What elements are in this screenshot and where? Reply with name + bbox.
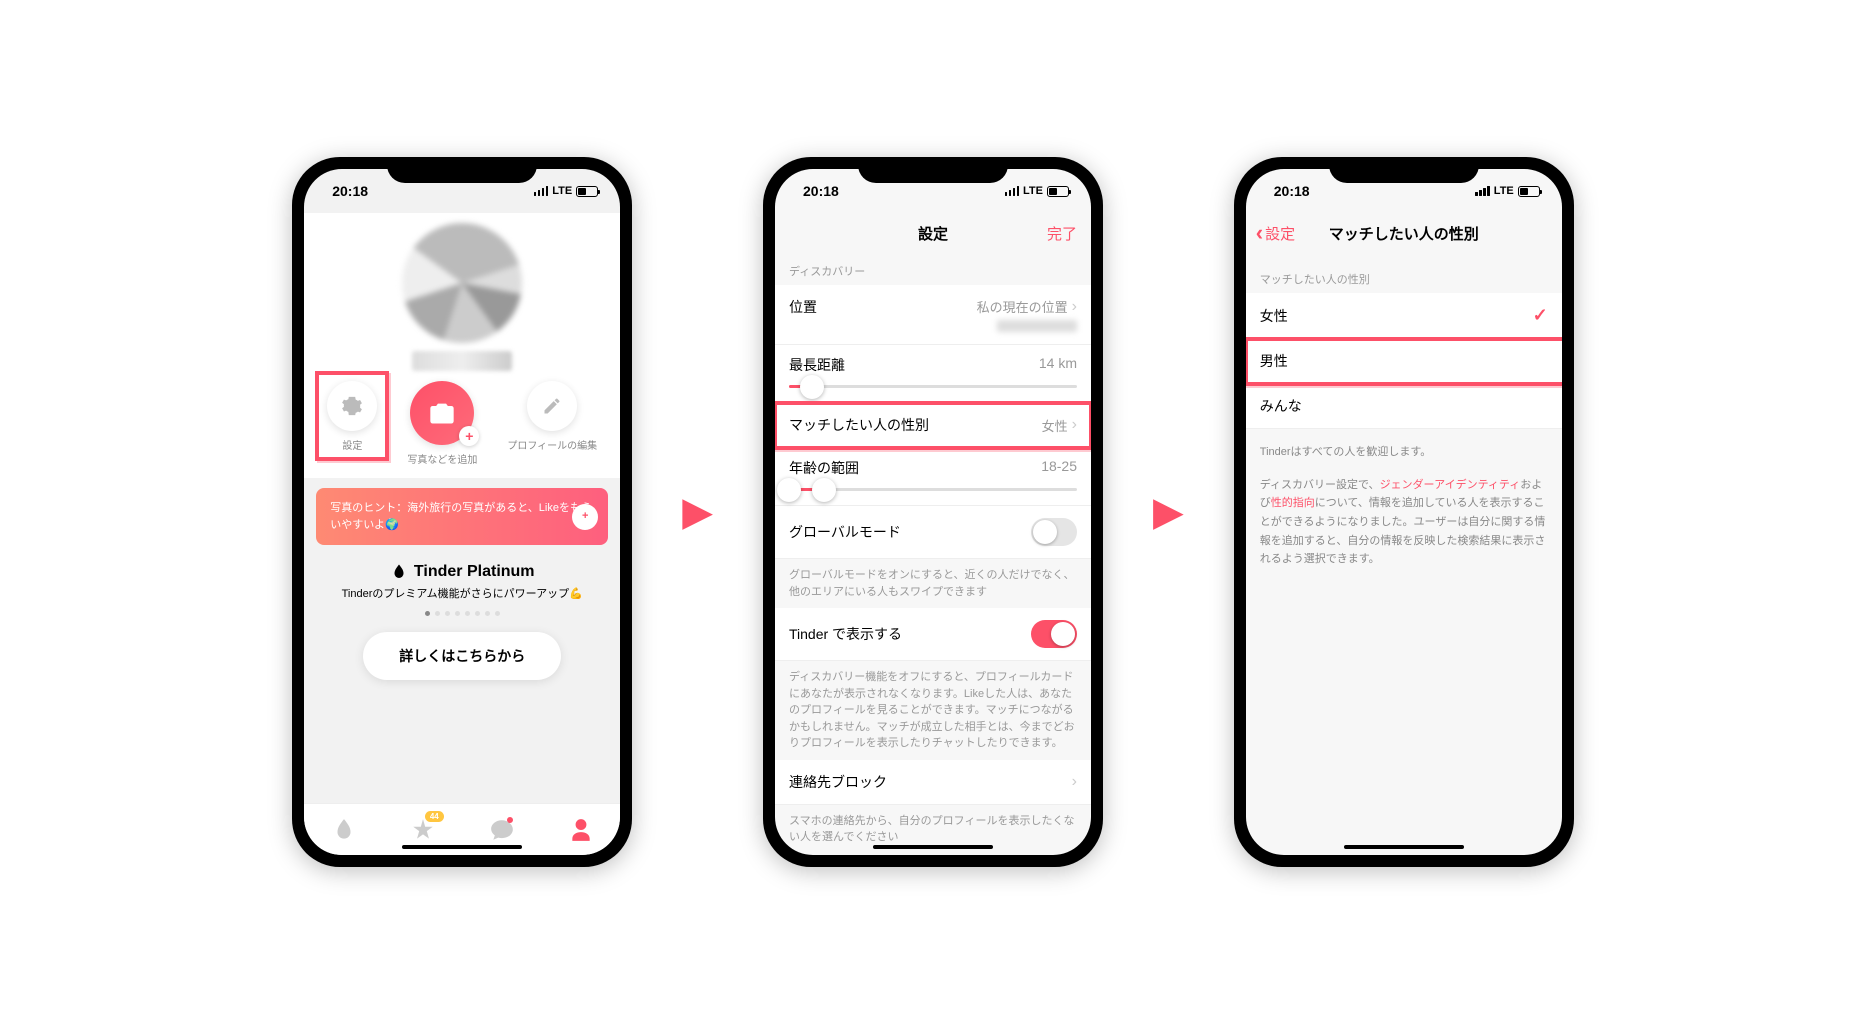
signal-icon <box>1475 186 1490 196</box>
distance-slider[interactable] <box>789 385 1077 388</box>
hint-text: 写真のヒント：海外旅行の写真があると、Likeをもらいやすいよ🌍 <box>330 502 592 531</box>
phone-settings: 20:18 LTE 設定 完了 ディスカバリー 位置 私の現在の位置› 最長距離… <box>763 157 1103 867</box>
edit-profile-label: プロフィールの編集 <box>507 437 597 452</box>
tab-profile[interactable] <box>568 817 594 843</box>
option-women-label: 女性 <box>1260 306 1288 326</box>
phone-gender-select: 20:18 LTE ‹設定 マッチしたい人の性別 マッチしたい人の性別 女性 ✓… <box>1234 157 1574 867</box>
location-label: 位置 <box>789 297 817 317</box>
welcome-text: Tinderはすべての人を歓迎します。 <box>1246 429 1562 476</box>
avatar[interactable] <box>402 223 522 343</box>
option-women[interactable]: 女性 ✓ <box>1246 293 1562 339</box>
carrier-label: LTE <box>1023 185 1043 197</box>
location-cell[interactable]: 位置 私の現在の位置› <box>775 285 1091 345</box>
location-value: 私の現在の位置 <box>977 297 1068 316</box>
notch <box>387 157 537 183</box>
show-footer: ディスカバリー機能をオフにすると、プロフィールカードにあなたが表示されなくなりま… <box>775 661 1091 760</box>
chevron-icon: › <box>1072 298 1077 316</box>
nav-title: 設定 <box>918 223 948 244</box>
age-range-cell[interactable]: 年齢の範囲 18-25 <box>775 448 1091 506</box>
chevron-icon: › <box>1072 773 1077 791</box>
distance-cell[interactable]: 最長距離 14 km <box>775 345 1091 403</box>
nav-bar: 設定 完了 <box>775 213 1091 253</box>
section-gender: マッチしたい人の性別 <box>1246 253 1562 293</box>
gender-label: マッチしたい人の性別 <box>789 415 929 435</box>
option-men[interactable]: 男性 <box>1246 339 1562 384</box>
option-men-label: 男性 <box>1260 351 1288 371</box>
check-icon: ✓ <box>1533 305 1548 326</box>
signal-icon <box>534 186 549 196</box>
block-label: 連絡先ブロック <box>789 772 887 792</box>
home-indicator <box>873 845 993 849</box>
battery-icon <box>576 186 598 197</box>
arrow-next-icon: ▶ <box>682 489 713 535</box>
battery-icon <box>1047 186 1069 197</box>
edit-profile-button[interactable]: プロフィールの編集 <box>507 381 597 452</box>
global-mode-cell[interactable]: グローバルモード <box>775 506 1091 559</box>
distance-label: 最長距離 <box>789 355 845 375</box>
profile-header: 設定 + 写真などを追加 プロフィールの編集 <box>304 213 620 478</box>
age-label: 年齢の範囲 <box>789 458 859 478</box>
promo-card: Tinder Platinum Tinderのプレミアム機能がさらにパワーアップ… <box>304 555 620 694</box>
status-time: 20:18 <box>803 183 839 199</box>
tab-messages[interactable] <box>489 817 515 843</box>
signal-icon <box>1005 186 1020 196</box>
promo-subtitle: Tinderのプレミアム機能がさらにパワーアップ💪 <box>320 585 604 601</box>
gear-icon <box>341 395 363 417</box>
cta-button[interactable]: 詳しくはこちらから <box>363 632 561 680</box>
phone-profile: 20:18 LTE 設定 + <box>292 157 632 867</box>
discovery-info: ディスカバリー設定で、ジェンダーアイデンティティおよび性的指向について、情報を追… <box>1246 476 1562 583</box>
status-time: 20:18 <box>332 183 368 199</box>
location-detail-blurred <box>997 320 1077 332</box>
section-discovery: ディスカバリー <box>775 253 1091 285</box>
home-indicator <box>1344 845 1464 849</box>
notch <box>1329 157 1479 183</box>
camera-icon <box>428 399 456 427</box>
show-on-tinder-cell[interactable]: Tinder で表示する <box>775 608 1091 661</box>
block-contacts-cell[interactable]: 連絡先ブロック › <box>775 760 1091 805</box>
tab-likes[interactable]: 44 <box>410 817 436 843</box>
carrier-label: LTE <box>1494 185 1514 197</box>
age-slider[interactable] <box>789 488 1077 491</box>
promo-title-text: Tinder Platinum <box>414 563 535 581</box>
option-everyone-label: みんな <box>1260 396 1302 416</box>
back-label: 設定 <box>1265 223 1295 244</box>
distance-value: 14 km <box>1039 355 1077 375</box>
nav-bar: ‹設定 マッチしたい人の性別 <box>1246 213 1562 253</box>
status-time: 20:18 <box>1274 183 1310 199</box>
username-blurred <box>412 351 512 371</box>
gender-value: 女性 <box>1042 416 1068 435</box>
global-label: グローバルモード <box>789 522 901 542</box>
chevron-icon: › <box>1072 416 1077 434</box>
battery-icon <box>1518 186 1540 197</box>
plus-badge-icon: + <box>459 426 479 446</box>
chevron-left-icon: ‹ <box>1256 220 1263 246</box>
gender-preference-cell[interactable]: マッチしたい人の性別 女性› <box>775 403 1091 448</box>
page-dots <box>320 611 604 616</box>
settings-button[interactable]: 設定 <box>327 381 377 452</box>
pencil-icon <box>542 396 562 416</box>
message-dot-icon <box>507 817 513 823</box>
arrow-next-icon: ▶ <box>1153 489 1184 535</box>
back-button[interactable]: ‹設定 <box>1256 220 1295 246</box>
carrier-label: LTE <box>552 185 572 197</box>
notch <box>858 157 1008 183</box>
add-media-label: 写真などを追加 <box>407 451 477 466</box>
add-media-button[interactable]: + 写真などを追加 <box>407 381 477 466</box>
show-label: Tinder で表示する <box>789 624 902 644</box>
section-vibes: VIBES <box>775 854 1091 856</box>
tab-discover[interactable] <box>331 817 357 843</box>
option-everyone[interactable]: みんな <box>1246 384 1562 429</box>
nav-title: マッチしたい人の性別 <box>1329 223 1479 244</box>
likes-badge: 44 <box>425 811 444 822</box>
show-toggle[interactable] <box>1031 620 1077 648</box>
global-toggle[interactable] <box>1031 518 1077 546</box>
photo-hint-banner[interactable]: 写真のヒント：海外旅行の写真があると、Likeをもらいやすいよ🌍 + <box>316 488 608 545</box>
global-footer: グローバルモードをオンにすると、近くの人だけでなく、他のエリアにいる人もスワイプ… <box>775 559 1091 608</box>
done-button[interactable]: 完了 <box>1047 223 1077 244</box>
flame-icon <box>390 563 408 581</box>
home-indicator <box>402 845 522 849</box>
settings-label: 設定 <box>342 437 362 452</box>
hint-plus-icon: + <box>572 504 598 530</box>
age-value: 18-25 <box>1041 458 1077 478</box>
